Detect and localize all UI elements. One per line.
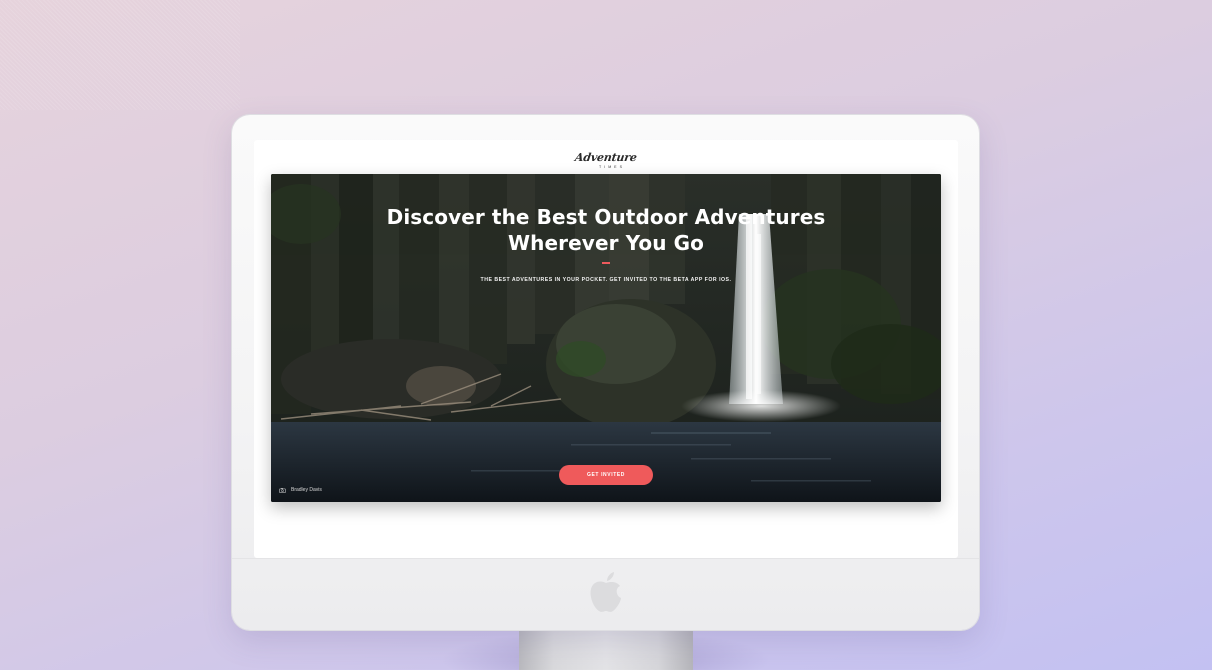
monitor-frame: Adventure TIMES Discover the Best Outdoo… — [232, 115, 979, 630]
photo-credit-name: Bradley Davis — [291, 487, 322, 493]
background-texture — [0, 0, 240, 110]
hero-subtitle: THE BEST ADVENTURES IN YOUR POCKET. GET … — [480, 277, 732, 283]
hero-title-line-2: Wherever You Go — [508, 231, 704, 255]
get-invited-button[interactable]: GET INVITED — [559, 465, 653, 485]
monitor-chin-divider — [232, 558, 979, 559]
hero-section: Discover the Best Outdoor Adventures Whe… — [271, 174, 941, 502]
site-logo[interactable]: Adventure TIMES — [254, 148, 958, 169]
hero-divider — [602, 262, 610, 264]
hero-title: Discover the Best Outdoor Adventures Whe… — [271, 204, 941, 256]
hero-title-line-1: Discover the Best Outdoor Adventures — [386, 205, 826, 229]
monitor-screen: Adventure TIMES Discover the Best Outdoo… — [254, 140, 958, 558]
logo-wordmark: Adventure — [574, 151, 638, 164]
apple-logo-icon — [590, 572, 621, 612]
monitor-stand — [519, 628, 693, 670]
logo-subtext: TIMES — [599, 165, 625, 169]
photo-credit[interactable]: Bradley Davis — [279, 487, 322, 493]
camera-icon — [279, 487, 286, 493]
